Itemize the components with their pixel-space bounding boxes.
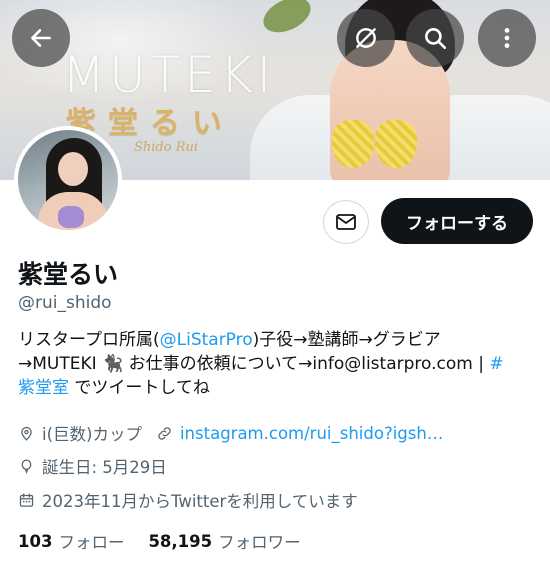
banner-signature: Shido Rui — [134, 140, 199, 155]
birthday-text: 誕生日: 5月29日 — [42, 458, 167, 477]
joined-item: 2023年11月からTwitterを利用しています — [18, 488, 358, 512]
location-item: i(巨数)カップ — [18, 421, 142, 445]
link-icon — [158, 426, 171, 440]
followers-stat[interactable]: 58,195 フォロワー — [148, 529, 300, 553]
banner-bikini-right — [375, 120, 417, 168]
following-stat[interactable]: 103 フォロー — [18, 529, 124, 553]
profile-bio: リスタープロ所属(@LiStarPro)子役→塾講師→グラビア →MUTEKI … — [18, 328, 533, 400]
bio-hashtag-link[interactable]: # — [489, 354, 503, 374]
bio-mention-link[interactable]: @LiStarPro — [160, 330, 253, 350]
avatar[interactable] — [14, 126, 122, 234]
location-text: i(巨数)カップ — [42, 425, 142, 444]
not-following-button[interactable] — [337, 9, 395, 67]
website-item[interactable]: instagram.com/rui_shido?igsh… — [156, 424, 443, 443]
not-following-icon — [356, 28, 376, 48]
following-label: フォロー — [58, 533, 125, 552]
banner-leaf-decoration — [258, 0, 316, 40]
location-icon — [21, 426, 32, 441]
calendar-icon — [19, 492, 34, 507]
bio-hashtag-link[interactable]: 紫堂室 — [18, 378, 69, 398]
avatar-face — [58, 152, 88, 186]
more-vertical-icon — [504, 28, 510, 48]
follow-button[interactable]: フォローする — [381, 198, 533, 244]
back-button[interactable] — [12, 9, 70, 67]
bio-text: )子役→塾講師→グラビア — [252, 330, 441, 350]
followers-label: フォロワー — [218, 533, 301, 552]
birthday-item: 誕生日: 5月29日 — [18, 454, 167, 478]
back-arrow-icon — [31, 29, 51, 47]
bio-line-1: リスタープロ所属(@LiStarPro)子役→塾講師→グラビア — [18, 328, 533, 352]
bio-line-3: 紫堂室 でツイートしてね — [18, 376, 533, 400]
following-count: 103 — [18, 531, 53, 551]
avatar-swimsuit — [58, 206, 84, 228]
search-icon — [425, 28, 447, 50]
website-link[interactable]: instagram.com/rui_shido?igsh… — [180, 424, 443, 443]
bio-text: →MUTEKI 🐈‍⬛ お仕事の依頼について→info@listarpro.co… — [18, 354, 490, 374]
profile-meta-location-website: i(巨数)カップ instagram.com/rui_shido?igsh… — [18, 421, 443, 445]
banner-bikini-left — [332, 120, 374, 168]
display-name: 紫堂るい — [18, 260, 119, 289]
mail-icon — [336, 214, 356, 230]
user-handle: @rui_shido — [18, 293, 112, 313]
message-button[interactable] — [323, 200, 369, 244]
followers-count: 58,195 — [148, 531, 213, 551]
birthday-icon — [21, 458, 32, 473]
bio-text: リスタープロ所属( — [18, 330, 160, 350]
banner-brand-logo: MUTEKI — [62, 46, 276, 104]
bio-text: でツイートしてね — [69, 378, 210, 398]
bio-line-2: →MUTEKI 🐈‍⬛ お仕事の依頼について→info@listarpro.co… — [18, 352, 533, 376]
search-button[interactable] — [406, 9, 464, 67]
follow-stats: 103 フォロー 58,195 フォロワー — [18, 529, 325, 553]
joined-text: 2023年11月からTwitterを利用しています — [42, 492, 358, 511]
more-options-button[interactable] — [478, 9, 536, 67]
